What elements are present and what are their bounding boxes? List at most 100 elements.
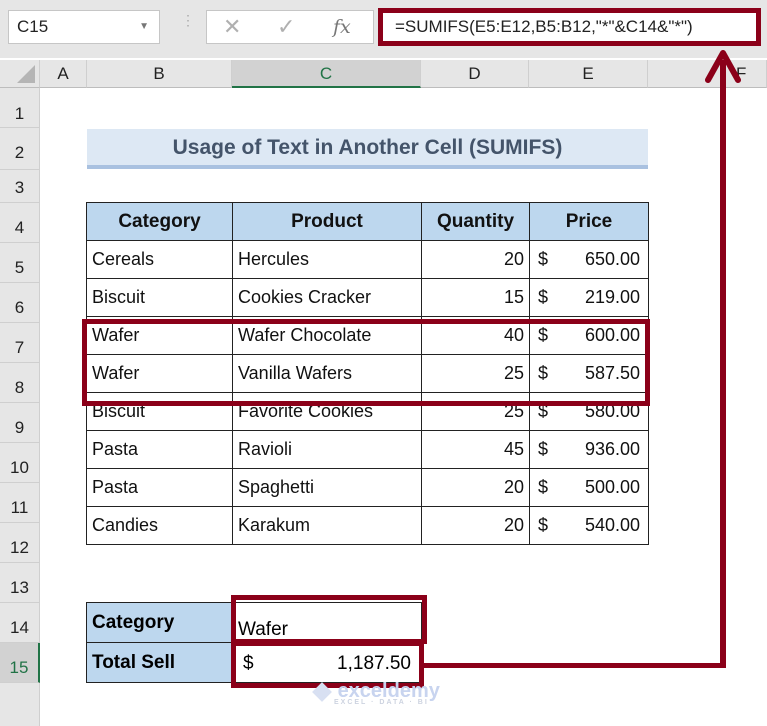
cell-product[interactable]: Karakum bbox=[232, 506, 422, 545]
price-amount: 219.00 bbox=[584, 287, 640, 307]
header-quantity[interactable]: Quantity bbox=[421, 202, 530, 241]
column-header-e[interactable]: E bbox=[529, 60, 648, 88]
table-row: Cereals Hercules 20 $650.00 bbox=[86, 240, 649, 279]
cell-price[interactable]: $540.00 bbox=[529, 506, 649, 545]
cell-product[interactable]: Wafer Chocolate bbox=[232, 316, 422, 355]
currency-symbol: $ bbox=[538, 287, 549, 307]
cell-quantity[interactable]: 25 bbox=[421, 354, 530, 393]
column-header-c[interactable]: C bbox=[232, 60, 421, 88]
cell-quantity[interactable]: 20 bbox=[421, 468, 530, 507]
currency-symbol: $ bbox=[538, 439, 549, 459]
table-row: Pasta Spaghetti 20 $500.00 bbox=[86, 468, 649, 507]
connector-line-horizontal bbox=[424, 663, 726, 668]
cell-category[interactable]: Biscuit bbox=[86, 392, 233, 431]
currency-symbol: $ bbox=[243, 653, 254, 674]
cell-quantity[interactable]: 15 bbox=[421, 278, 530, 317]
column-header-d[interactable]: D bbox=[421, 60, 529, 88]
category-input-cell[interactable]: Wafer bbox=[232, 602, 422, 643]
price-amount: 600.00 bbox=[584, 325, 640, 345]
row-header-2[interactable]: 2 bbox=[0, 128, 40, 170]
total-sell-value: 1,187.50 bbox=[337, 653, 411, 674]
row-header-14[interactable]: 14 bbox=[0, 603, 40, 643]
table-row: Biscuit Cookies Cracker 15 $219.00 bbox=[86, 278, 649, 317]
cell-price[interactable]: $650.00 bbox=[529, 240, 649, 279]
select-all-corner[interactable] bbox=[0, 60, 40, 88]
row-header-13[interactable]: 13 bbox=[0, 563, 40, 603]
cell-price[interactable]: $936.00 bbox=[529, 430, 649, 469]
cell-quantity[interactable]: 20 bbox=[421, 506, 530, 545]
summary-table: Category Wafer Total Sell $ 1,187.50 bbox=[86, 602, 422, 683]
currency-symbol: $ bbox=[538, 363, 549, 383]
cell-price[interactable]: $580.00 bbox=[529, 392, 649, 431]
cell-price[interactable]: $600.00 bbox=[529, 316, 649, 355]
table-row: Wafer Wafer Chocolate 40 $600.00 bbox=[86, 316, 649, 355]
row-header-10[interactable]: 10 bbox=[0, 443, 40, 483]
cell-price[interactable]: $587.50 bbox=[529, 354, 649, 393]
column-header-a[interactable]: A bbox=[40, 60, 87, 88]
formula-input[interactable]: =SUMIFS(E5:E12,B5:B12,"*"&C14&"*") bbox=[378, 8, 761, 46]
cell-product[interactable]: Spaghetti bbox=[232, 468, 422, 507]
currency-symbol: $ bbox=[538, 477, 549, 497]
select-all-icon bbox=[17, 65, 35, 83]
table-row: Candies Karakum 20 $540.00 bbox=[86, 506, 649, 545]
cell-category[interactable]: Biscuit bbox=[86, 278, 233, 317]
cell-product[interactable]: Cookies Cracker bbox=[232, 278, 422, 317]
exceldemy-logo-icon bbox=[312, 681, 332, 702]
total-sell-cell[interactable]: $ 1,187.50 bbox=[232, 642, 422, 683]
table-row: Pasta Ravioli 45 $936.00 bbox=[86, 430, 649, 469]
chevron-down-icon[interactable]: ▼ bbox=[139, 11, 149, 43]
header-price[interactable]: Price bbox=[529, 202, 649, 241]
cell-quantity[interactable]: 45 bbox=[421, 430, 530, 469]
cell-category[interactable]: Cereals bbox=[86, 240, 233, 279]
column-header-b[interactable]: B bbox=[87, 60, 232, 88]
row-header-6[interactable]: 6 bbox=[0, 283, 40, 323]
sales-table: Category Product Quantity Price Cereals … bbox=[86, 202, 649, 545]
cell-price[interactable]: $500.00 bbox=[529, 468, 649, 507]
cell-category[interactable]: Pasta bbox=[86, 430, 233, 469]
row-header-9[interactable]: 9 bbox=[0, 403, 40, 443]
summary-row-category: Category Wafer bbox=[86, 602, 422, 643]
currency-symbol: $ bbox=[538, 515, 549, 535]
cell-product[interactable]: Vanilla Wafers bbox=[232, 354, 422, 393]
row-header-8[interactable]: 8 bbox=[0, 363, 40, 403]
watermark-tagline: EXCEL · DATA · BI bbox=[334, 699, 429, 706]
cell-product[interactable]: Ravioli bbox=[232, 430, 422, 469]
row-header-7[interactable]: 7 bbox=[0, 323, 40, 363]
cell-product[interactable]: Hercules bbox=[232, 240, 422, 279]
formula-buttons: ✕ ✓ fx bbox=[206, 10, 374, 44]
row-header-5[interactable]: 5 bbox=[0, 243, 40, 283]
connector-line-vertical bbox=[720, 60, 726, 668]
row-header-3[interactable]: 3 bbox=[0, 170, 40, 203]
row-header-12[interactable]: 12 bbox=[0, 523, 40, 563]
cell-quantity[interactable]: 25 bbox=[421, 392, 530, 431]
cell-category[interactable]: Wafer bbox=[86, 316, 233, 355]
cell-category[interactable]: Wafer bbox=[86, 354, 233, 393]
total-sell-label[interactable]: Total Sell bbox=[86, 642, 233, 683]
cell-price[interactable]: $219.00 bbox=[529, 278, 649, 317]
currency-symbol: $ bbox=[538, 401, 549, 421]
name-box-value: C15 bbox=[17, 17, 49, 36]
drag-handle-icon[interactable]: ⋮ bbox=[181, 13, 195, 37]
category-label[interactable]: Category bbox=[86, 602, 233, 643]
cell-category[interactable]: Candies bbox=[86, 506, 233, 545]
enter-icon[interactable]: ✓ bbox=[277, 14, 295, 40]
price-amount: 936.00 bbox=[584, 439, 640, 459]
cell-product[interactable]: Favorite Cookies bbox=[232, 392, 422, 431]
row-header-11[interactable]: 11 bbox=[0, 483, 40, 523]
cell-quantity[interactable]: 20 bbox=[421, 240, 530, 279]
cell-category[interactable]: Pasta bbox=[86, 468, 233, 507]
row-header-15[interactable]: 15 bbox=[0, 643, 40, 683]
price-amount: 587.50 bbox=[584, 363, 640, 383]
cancel-icon[interactable]: ✕ bbox=[223, 14, 241, 40]
insert-function-icon[interactable]: fx bbox=[333, 16, 351, 38]
price-amount: 650.00 bbox=[584, 249, 640, 269]
header-category[interactable]: Category bbox=[86, 202, 233, 241]
cell-quantity[interactable]: 40 bbox=[421, 316, 530, 355]
currency-symbol: $ bbox=[538, 325, 549, 345]
header-product[interactable]: Product bbox=[232, 202, 422, 241]
row-header-4[interactable]: 4 bbox=[0, 203, 40, 243]
row-header-1[interactable]: 1 bbox=[0, 88, 40, 128]
table-row: Wafer Vanilla Wafers 25 $587.50 bbox=[86, 354, 649, 393]
price-amount: 500.00 bbox=[584, 477, 640, 497]
name-box[interactable]: C15 ▼ bbox=[8, 10, 160, 44]
